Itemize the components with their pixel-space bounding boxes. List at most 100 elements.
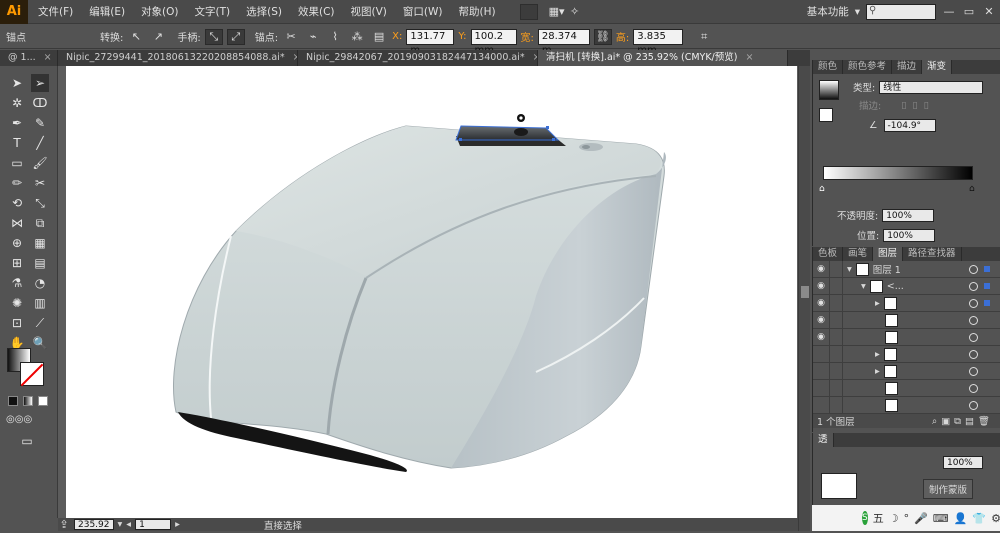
shape-builder-icon[interactable]: ⊕: [8, 234, 26, 252]
gradient-tool-icon[interactable]: ▤: [31, 254, 49, 272]
target-icon[interactable]: [969, 400, 978, 410]
layer-row[interactable]: [813, 379, 1000, 397]
zoom-tool-icon[interactable]: 🔍: [31, 334, 49, 352]
x-field[interactable]: 131.77 m: [406, 28, 455, 56]
color-mode-icon[interactable]: [8, 396, 18, 406]
gradient-fill-icon[interactable]: [819, 108, 833, 122]
line-tool-icon[interactable]: ╱: [31, 134, 49, 152]
tab-doc-1[interactable]: @ 1... ×: [0, 50, 58, 66]
target-icon[interactable]: [969, 264, 978, 274]
layer-row[interactable]: ◉ ▾ 图层 1: [813, 260, 1000, 278]
menu-effect[interactable]: 效果(C): [292, 0, 341, 24]
menu-edit[interactable]: 编辑(E): [83, 0, 131, 24]
minimize-icon[interactable]: —: [942, 5, 956, 19]
blend-tool-icon[interactable]: ◔: [31, 274, 49, 292]
remove-anchor-icon[interactable]: ✂: [282, 29, 300, 45]
eye-icon[interactable]: ◉: [813, 281, 829, 291]
opacity-field[interactable]: 100%: [882, 208, 935, 222]
paintbrush-icon[interactable]: 🖌: [31, 154, 49, 172]
ime-settings-icon[interactable]: ⚙: [991, 512, 1000, 525]
tab-color-guide[interactable]: 颜色参考: [843, 60, 893, 74]
menu-type[interactable]: 文字(T): [189, 0, 237, 24]
ime-logo-icon[interactable]: S: [862, 511, 868, 525]
gradient-preview[interactable]: [819, 80, 839, 100]
layer-name[interactable]: 图层 1: [873, 262, 901, 276]
lasso-icon[interactable]: ↀ: [31, 94, 49, 112]
layer-row[interactable]: ◉: [813, 311, 1000, 329]
eye-icon[interactable]: ◉: [813, 332, 829, 342]
connect-anchor-icon[interactable]: ⌁: [304, 29, 322, 45]
expand-icon[interactable]: ▸: [875, 349, 880, 360]
show-handles-icon[interactable]: ⤡: [204, 28, 223, 45]
free-transform-icon[interactable]: ⧉: [31, 214, 49, 232]
symbol-sprayer-icon[interactable]: ✺: [8, 294, 26, 312]
selection-indicator[interactable]: [984, 283, 990, 289]
tab-doc-3[interactable]: Nipic_29842067_20190903182447134000.ai*×: [298, 50, 538, 66]
ime-mic-icon[interactable]: 🎤: [914, 512, 928, 525]
expand-icon[interactable]: ▾: [847, 264, 852, 275]
tab-transparency[interactable]: 透: [813, 433, 834, 447]
mesh-tool-icon[interactable]: ⊞: [8, 254, 26, 272]
ime-moon-icon[interactable]: ☽: [889, 512, 899, 525]
target-icon[interactable]: [969, 315, 978, 325]
chevron-down-icon[interactable]: ▾: [855, 6, 860, 18]
w-field[interactable]: 28.374 m: [537, 28, 590, 56]
tab-color[interactable]: 颜色: [813, 60, 844, 74]
type-tool-icon[interactable]: T: [8, 134, 26, 152]
y-field[interactable]: 100.2 mm: [470, 28, 517, 56]
cut-path-icon[interactable]: ⌇: [326, 29, 344, 45]
convert-smooth-icon[interactable]: ↗: [149, 29, 167, 45]
layer-row[interactable]: ◉: [813, 328, 1000, 346]
rectangle-tool-icon[interactable]: ▭: [8, 154, 26, 172]
scroll-thumb[interactable]: [801, 286, 809, 298]
eyedropper-icon[interactable]: ⚗: [8, 274, 26, 292]
zoom-field[interactable]: 235.92: [74, 519, 114, 530]
make-mask-button[interactable]: 制作蒙版: [923, 479, 974, 499]
tab-swatches[interactable]: 色板: [813, 247, 844, 261]
bridge-icon[interactable]: [519, 3, 538, 20]
artboard[interactable]: [66, 66, 797, 518]
arrange-documents-icon[interactable]: ▦▾: [548, 4, 566, 20]
stroke-swatch[interactable]: [20, 362, 44, 387]
pen-tool-icon[interactable]: ✒: [8, 114, 26, 132]
next-artboard-icon[interactable]: ▸: [175, 519, 180, 530]
eye-icon[interactable]: ◉: [813, 315, 829, 325]
ime-keyboard-icon[interactable]: ⌨: [933, 512, 949, 525]
ime-skin-icon[interactable]: 👕: [972, 512, 986, 525]
width-tool-icon[interactable]: ⋈: [8, 214, 26, 232]
transform-icon[interactable]: ⌗: [695, 29, 713, 45]
workspace-switcher[interactable]: 基本功能: [807, 4, 849, 19]
none-mode-icon[interactable]: [38, 396, 48, 406]
share-icon[interactable]: ⇪: [58, 517, 70, 533]
menu-object[interactable]: 对象(O): [135, 0, 184, 24]
close-icon[interactable]: ×: [44, 52, 52, 63]
curvature-icon[interactable]: ✎: [31, 114, 49, 132]
tab-layers[interactable]: 图层: [873, 247, 904, 261]
ime-punctuation-icon[interactable]: °: [904, 512, 910, 525]
eye-icon[interactable]: ◉: [813, 298, 829, 308]
selection-tool-icon[interactable]: ➤: [8, 74, 26, 92]
transparency-opacity-field[interactable]: 100%: [943, 455, 983, 469]
search-input[interactable]: [866, 3, 936, 20]
screen-mode-icon[interactable]: ▭: [18, 432, 36, 450]
target-icon[interactable]: [969, 298, 978, 308]
gradient-stop-black[interactable]: ⌂: [969, 184, 975, 194]
perspective-grid-icon[interactable]: ▦: [31, 234, 49, 252]
target-icon[interactable]: [969, 332, 978, 342]
artboard-tool-icon[interactable]: ⊡: [8, 314, 26, 332]
tab-doc-2[interactable]: Nipic_27299441_20180613220208854088.ai*×: [58, 50, 298, 66]
hide-handles-icon[interactable]: ⤢: [226, 28, 245, 45]
scissors-icon[interactable]: ✂: [31, 174, 49, 192]
layer-row[interactable]: ◉ ▸: [813, 294, 1000, 312]
magic-wand-icon[interactable]: ✲: [8, 94, 26, 112]
rotate-icon[interactable]: ⟲: [8, 194, 26, 212]
layer-row[interactable]: ▸: [813, 345, 1000, 363]
close-icon[interactable]: ✕: [982, 5, 996, 19]
sublayer-name[interactable]: <...: [887, 281, 904, 292]
stroke-gradient-icons[interactable]: ▯▯▯: [901, 100, 935, 111]
target-icon[interactable]: [969, 281, 978, 291]
layer-row[interactable]: [813, 396, 1000, 414]
angle-field[interactable]: -104.9°: [883, 118, 936, 132]
menu-file[interactable]: 文件(F): [32, 0, 79, 24]
layer-actions-icons[interactable]: ⌕▣⧉▤🗑: [932, 416, 994, 427]
